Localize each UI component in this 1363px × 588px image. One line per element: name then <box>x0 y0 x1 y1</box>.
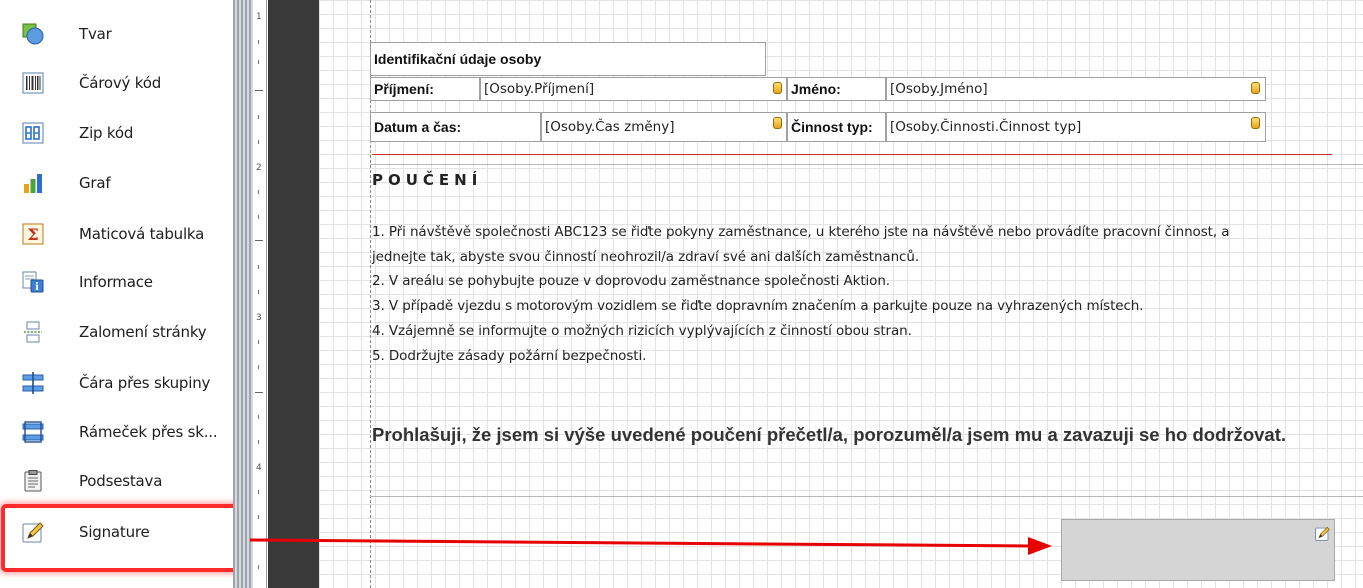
instruction-line[interactable]: 5. Dodržujte zásady požární bezpečnosti. <box>372 348 646 364</box>
svg-text:i: i <box>35 282 39 293</box>
ruler-tick <box>258 340 259 344</box>
toolbox-item-label: Maticová tabulka <box>79 225 205 243</box>
ruler-tick <box>258 115 259 119</box>
name-label[interactable]: Jméno: <box>787 77 886 101</box>
zipcode-icon <box>22 122 44 144</box>
ruler-tick <box>255 540 263 541</box>
svg-text:Σ: Σ <box>27 225 38 244</box>
shape-icon <box>22 23 44 45</box>
instruction-line[interactable]: 1. Při návštěvě společnosti ABC123 se ři… <box>372 224 1229 240</box>
vertical-ruler: 1 2 3 4 <box>253 0 267 588</box>
cross-band-box-icon <box>22 421 44 443</box>
highlight-frame <box>1 504 247 572</box>
toolbox-item-label: Podsestava <box>79 472 163 490</box>
ruler-tick <box>258 415 259 419</box>
toolbox-item-label: Graf <box>79 174 111 192</box>
report-left-margin <box>268 0 319 588</box>
instruction-line[interactable]: 3. V případě vjezdu s motorovým vozidlem… <box>372 298 1144 314</box>
toolbox-item-cross-band-line[interactable]: Čára přes skupiny <box>0 360 233 410</box>
ruler-tick <box>258 215 259 219</box>
ruler-tick <box>255 90 263 91</box>
database-field-icon <box>773 82 782 94</box>
ruler-tick <box>258 565 259 569</box>
signature-control[interactable] <box>1061 519 1335 581</box>
panel-splitter[interactable] <box>233 0 253 588</box>
ruler-tick <box>258 40 259 44</box>
activity-label[interactable]: Činnost typ: <box>787 112 886 142</box>
ruler-tick <box>258 140 259 144</box>
declaration-text[interactable]: Prohlašuji, že jsem si výše uvedené pouč… <box>372 424 1286 446</box>
chart-icon <box>24 174 42 193</box>
toolbox-item-barcode[interactable]: Čárový kód <box>0 60 233 110</box>
datetime-label[interactable]: Datum a čas: <box>370 112 541 142</box>
page-break-icon <box>24 321 42 343</box>
toolbox-item-cross-band-box[interactable]: Rámeček přes sk... <box>0 409 233 459</box>
toolbox-item-label: Zalomení stránky <box>79 323 207 341</box>
database-field-icon <box>773 117 782 129</box>
red-horizontal-rule[interactable] <box>372 154 1332 155</box>
ruler-tick <box>258 515 259 519</box>
toolbox-item-shape[interactable]: Tvar <box>0 11 233 61</box>
toolbox-item-crosstab[interactable]: Σ Maticová tabulka <box>0 211 233 261</box>
toolbox-item-chart[interactable]: Graf <box>0 160 233 210</box>
signature-edit-icon <box>1315 526 1330 541</box>
ruler-tick <box>255 392 263 393</box>
ruler-tick <box>258 265 259 269</box>
toolbox-item-info[interactable]: i Informace <box>0 259 233 309</box>
toolbox-item-label: Čára přes skupiny <box>79 374 211 392</box>
ruler-label: 3 <box>256 313 262 323</box>
name-field[interactable]: [Osoby.Jméno] <box>886 77 1266 101</box>
toolbox-item-page-break[interactable]: Zalomení stránky <box>0 309 233 359</box>
toolbox-item-label: Rámeček přes sk... <box>79 423 218 441</box>
cross-band-line-icon <box>22 372 44 394</box>
ruler-label: 2 <box>256 163 262 173</box>
band-separator <box>370 164 1363 165</box>
toolbox-item-label: Informace <box>79 273 153 291</box>
ruler-tick <box>255 240 263 241</box>
subreport-icon <box>24 470 42 492</box>
activity-field[interactable]: [Osoby.Činnosti.Činnost typ] <box>886 112 1266 142</box>
toolbox-panel: Tvar Čárový kód Zip kód Graf Σ Maticová … <box>0 0 247 588</box>
header-title-cell[interactable]: Identifikační údaje osoby <box>370 42 766 76</box>
band-separator <box>370 496 1363 497</box>
ruler-label: 4 <box>256 463 262 473</box>
ruler-tick <box>258 365 259 369</box>
toolbox-item-label: Zip kód <box>79 124 134 142</box>
ruler-tick <box>258 440 259 444</box>
toolbox-item-subreport[interactable]: Podsestava <box>0 458 233 508</box>
ruler-tick <box>258 290 259 294</box>
barcode-icon <box>22 72 44 94</box>
surname-label[interactable]: Příjmení: <box>370 77 480 101</box>
database-field-icon <box>1251 117 1260 129</box>
surname-field[interactable]: [Osoby.Příjmení] <box>480 77 787 101</box>
database-field-icon <box>1251 82 1260 94</box>
ruler-tick <box>258 60 259 64</box>
toolbox-item-label: Čárový kód <box>79 74 162 92</box>
datetime-field[interactable]: [Osoby.Čas změny] <box>541 112 787 142</box>
instructions-title[interactable]: POUČENÍ <box>372 171 482 189</box>
instruction-line[interactable]: 4. Vzájemně se informujte o možných rizi… <box>372 323 912 339</box>
crosstab-icon: Σ <box>22 223 44 245</box>
info-icon: i <box>22 271 44 293</box>
ruler-tick <box>258 490 259 494</box>
ruler-label: 1 <box>256 12 262 22</box>
toolbox-item-label: Tvar <box>79 25 112 43</box>
instruction-line[interactable]: jednejte tak, abyste svou činností neohr… <box>372 249 919 265</box>
ruler-tick <box>258 190 259 194</box>
toolbox-item-zipcode[interactable]: Zip kód <box>0 110 233 160</box>
instruction-line[interactable]: 2. V areálu se pohybujte pouze v doprovo… <box>372 273 890 289</box>
